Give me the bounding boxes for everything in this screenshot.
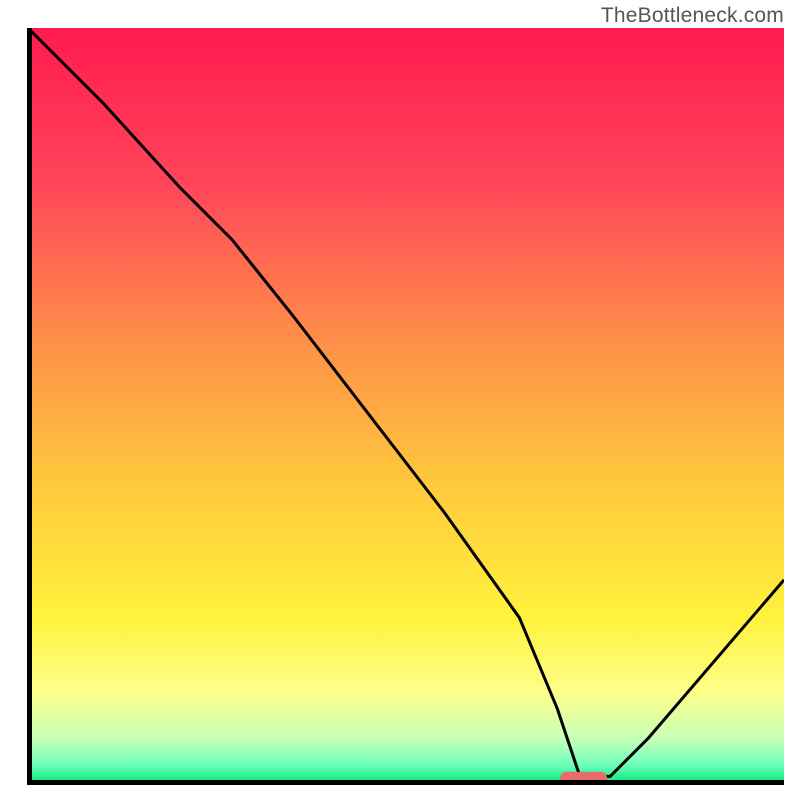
watermark-text: TheBottleneck.com (601, 4, 784, 28)
chart-container: TheBottleneck.com (0, 0, 800, 800)
curve-layer (28, 28, 784, 784)
bottleneck-curve (28, 28, 784, 776)
plot-area (28, 28, 784, 784)
x-axis-line (27, 780, 784, 785)
y-axis-line (27, 28, 32, 784)
